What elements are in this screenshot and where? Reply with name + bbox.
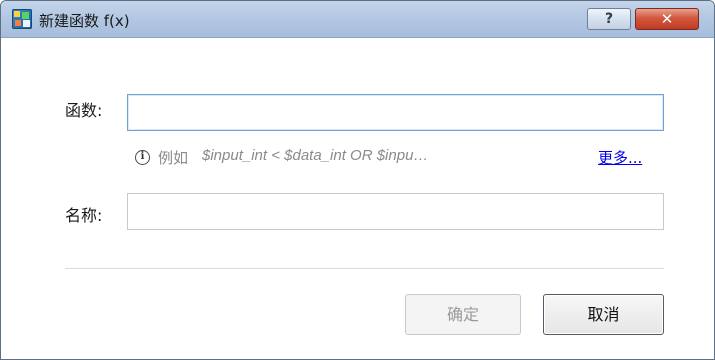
function-input[interactable] — [127, 94, 664, 131]
cancel-button[interactable]: 取消 — [543, 294, 664, 335]
name-input[interactable] — [127, 193, 664, 230]
function-label: 函数: — [65, 101, 103, 120]
name-label: 名称: — [65, 206, 103, 225]
title-bar[interactable]: 新建函数 f(x) ? ✕ — [1, 1, 714, 38]
info-icon: i — [135, 150, 150, 165]
ok-button[interactable]: 确定 — [405, 294, 521, 335]
question-mark-icon: ? — [604, 11, 614, 27]
close-button[interactable]: ✕ — [635, 8, 699, 30]
hint-prefix: 例如 — [158, 149, 189, 167]
divider — [65, 268, 664, 269]
close-icon: ✕ — [660, 10, 674, 28]
hint-example: $input_int < $data_int OR $inpu… — [202, 147, 429, 164]
app-icon — [12, 9, 32, 29]
window-title: 新建函数 f(x) — [39, 12, 130, 30]
dialog-window: 新建函数 f(x) ? ✕ 函数: i 例如 $input_int < $dat… — [0, 0, 715, 360]
more-link[interactable]: 更多... — [598, 147, 642, 168]
help-button[interactable]: ? — [587, 8, 631, 30]
